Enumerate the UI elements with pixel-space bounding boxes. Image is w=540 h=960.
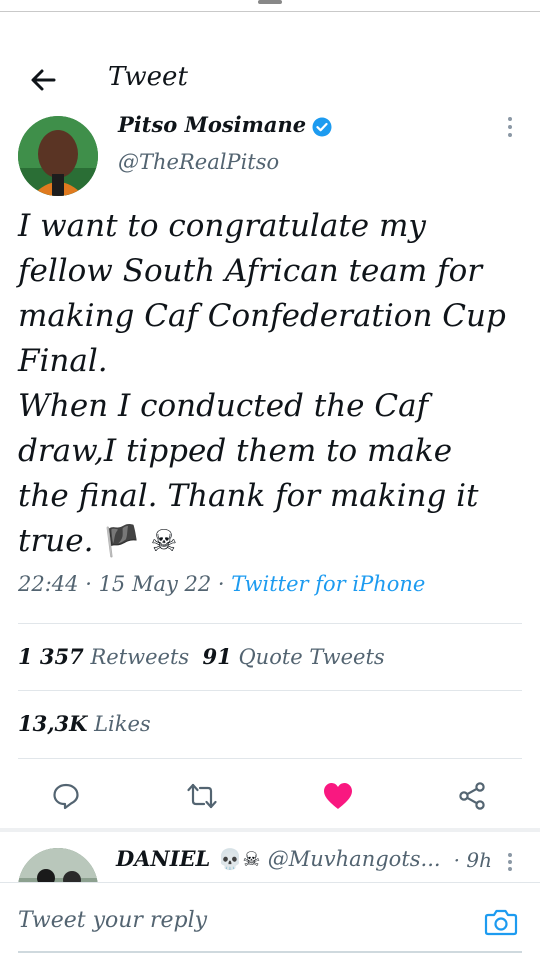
reply-author[interactable]: DANIEL 💀☠ @Muvhangots... [116, 846, 441, 871]
back-arrow-icon[interactable] [24, 60, 64, 100]
tweet-author[interactable]: Pitso Mosimane @TheRealPitso [0, 112, 540, 196]
reply-author-handle[interactable]: @Muvhangots... [268, 847, 441, 871]
tweet-time[interactable]: 22:44 [18, 572, 79, 596]
author-handle[interactable]: @TheRealPitso [118, 150, 279, 174]
comment-icon [53, 783, 79, 810]
verified-badge-icon [312, 117, 332, 136]
quotes-count[interactable]: 91 [203, 644, 232, 669]
divider [18, 623, 522, 624]
tweet-meta: 22:44 · 15 May 22 · Twitter for iPhone [18, 572, 426, 596]
retweet-button[interactable] [182, 776, 222, 816]
share-icon [459, 782, 485, 810]
like-button[interactable] [318, 776, 358, 816]
tweet-date[interactable]: 15 May 22 [99, 572, 212, 596]
action-bar [0, 768, 540, 822]
reply-author-name[interactable]: DANIEL [116, 846, 210, 871]
reply-button[interactable] [46, 776, 86, 816]
tweet-source-link[interactable]: Twitter for iPhone [231, 572, 425, 596]
quotes-label[interactable]: Quote Tweets [238, 645, 384, 669]
tweet-line: I want to congratulate my [18, 208, 426, 244]
section-separator [0, 828, 540, 832]
status-bar [0, 0, 540, 12]
divider [18, 690, 522, 691]
reply-preview[interactable]: DANIEL 💀☠ @Muvhangots... · 9h [0, 836, 540, 882]
top-bar: Tweet [0, 50, 540, 112]
retweets-label[interactable]: Retweets [90, 645, 189, 669]
reply-more-icon[interactable] [506, 852, 514, 872]
likes-label[interactable]: Likes [94, 712, 151, 736]
reply-composer [0, 882, 540, 960]
retweets-count[interactable]: 1 357 [18, 644, 84, 669]
tweet-line: When I conducted the Caf [18, 388, 429, 424]
author-name[interactable]: Pitso Mosimane [118, 112, 332, 137]
avatar[interactable] [18, 116, 98, 196]
likes-stats[interactable]: 13,3K Likes [18, 711, 151, 736]
tweet-body: I want to congratulate my fellow South A… [18, 204, 526, 564]
tweet-line: the final. Thank for making it [18, 478, 479, 514]
tweet-line: true. 🏴 ☠ [18, 519, 526, 564]
author-name-text[interactable]: Pitso Mosimane [118, 112, 306, 137]
tweet-line: making Caf Confederation Cup [18, 298, 506, 334]
heart-filled-icon [324, 783, 352, 809]
tweet-line: Final. [18, 343, 108, 379]
more-options-icon[interactable] [506, 116, 514, 138]
reply-input[interactable] [18, 907, 438, 933]
reply-time: · 9h [453, 848, 492, 872]
divider [18, 758, 522, 759]
tweet-last-word: true. [18, 523, 94, 559]
tweet-line: draw,I tipped them to make [18, 433, 453, 469]
share-button[interactable] [452, 776, 492, 816]
reply-author-emojis: 💀☠ [217, 847, 261, 871]
retweet-stats[interactable]: 1 357 Retweets 91 Quote Tweets [18, 644, 385, 669]
tweet-line: fellow South African team for [18, 253, 483, 289]
page-title: Tweet [108, 62, 188, 92]
flag-emoji: 🏴 [103, 524, 141, 559]
status-indicator [258, 0, 282, 4]
composer-underline [18, 951, 522, 953]
retweet-icon [187, 783, 217, 809]
reply-avatar[interactable] [18, 848, 98, 882]
likes-count[interactable]: 13,3K [18, 711, 87, 736]
camera-icon[interactable] [484, 907, 518, 937]
skull-emoji: ☠ [150, 524, 178, 559]
